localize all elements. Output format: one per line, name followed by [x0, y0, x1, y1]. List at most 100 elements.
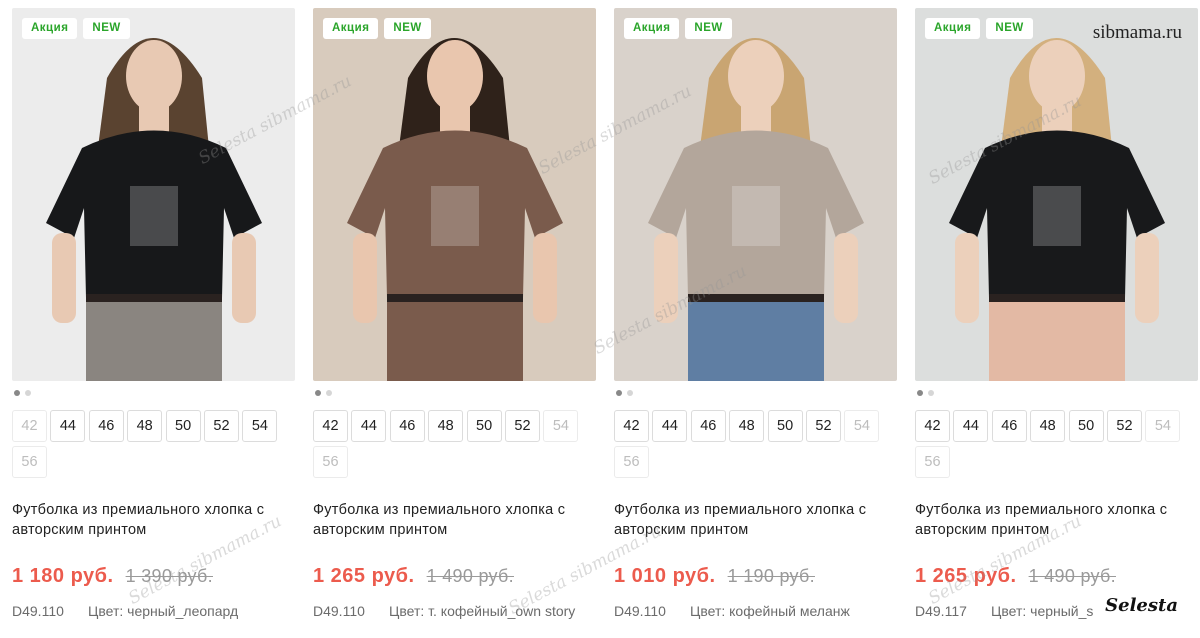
size-option-52[interactable]: 52 — [1107, 410, 1142, 442]
model-face — [126, 40, 182, 112]
size-option-56[interactable]: 56 — [614, 446, 649, 478]
new-badge: NEW — [685, 18, 732, 39]
carousel-dot[interactable] — [928, 390, 934, 396]
carousel-dots[interactable] — [917, 390, 934, 396]
size-option-56[interactable]: 56 — [313, 446, 348, 478]
product-meta: D49.110 Цвет: т. кофейный_own story — [313, 603, 596, 619]
model-pants — [387, 296, 523, 381]
size-option-44[interactable]: 44 — [652, 410, 688, 442]
size-option-54[interactable]: 54 — [1145, 410, 1181, 442]
carousel-dots[interactable] — [616, 390, 633, 396]
price-block: 1 180 руб. 1 390 руб. — [12, 565, 213, 588]
size-option-54[interactable]: 54 — [844, 410, 880, 442]
sale-badge: Акция — [22, 18, 78, 39]
size-option-52[interactable]: 52 — [204, 410, 239, 442]
size-option-56[interactable]: 56 — [12, 446, 47, 478]
size-option-52[interactable]: 52 — [505, 410, 540, 442]
product-title[interactable]: Футболка из премиального хлопка с авторс… — [614, 500, 897, 540]
current-price: 1 180 руб. — [12, 565, 114, 587]
sale-badge: Акция — [624, 18, 680, 39]
carousel-dots[interactable] — [14, 390, 31, 396]
carousel-dots[interactable] — [315, 390, 332, 396]
carousel-dot-active[interactable] — [917, 390, 923, 396]
product-photo[interactable] — [12, 8, 295, 381]
model-arm-right — [1135, 233, 1159, 323]
product-photo[interactable] — [313, 8, 596, 381]
model-arm-left — [353, 233, 377, 323]
product-color: Цвет: кофейный меланж — [690, 603, 850, 619]
product-photo[interactable] — [614, 8, 897, 381]
size-option-48[interactable]: 48 — [729, 410, 765, 442]
model-face — [1029, 40, 1085, 112]
product-sku: D49.110 — [313, 603, 365, 619]
product-title[interactable]: Футболка из премиального хлопка с авторс… — [313, 500, 596, 540]
current-price: 1 265 руб. — [313, 565, 415, 587]
new-badge: NEW — [83, 18, 130, 39]
brand-watermark: Selesta — [1105, 595, 1178, 616]
size-option-44[interactable]: 44 — [953, 410, 989, 442]
old-price: 1 490 руб. — [426, 566, 514, 586]
product-title[interactable]: Футболка из премиального хлопка с авторс… — [915, 500, 1198, 540]
model-illustration — [614, 8, 897, 381]
model-face — [728, 40, 784, 112]
product-card[interactable]: Акция NEW 42 44 46 48 50 52 54 56 Футболка из п… — [915, 8, 1198, 638]
price-block: 1 010 руб. 1 190 руб. — [614, 565, 815, 588]
carousel-dot-active[interactable] — [315, 390, 321, 396]
old-price: 1 490 руб. — [1028, 566, 1116, 586]
size-option-46[interactable]: 46 — [991, 410, 1027, 442]
carousel-dot[interactable] — [25, 390, 31, 396]
product-photo[interactable] — [915, 8, 1198, 381]
price-block: 1 265 руб. 1 490 руб. — [915, 565, 1116, 588]
size-option-50[interactable]: 50 — [466, 410, 502, 442]
model-belt — [688, 294, 824, 302]
carousel-dot-active[interactable] — [616, 390, 622, 396]
size-option-48[interactable]: 48 — [127, 410, 163, 442]
product-meta: D49.110 Цвет: черный_леопард — [12, 603, 295, 619]
model-illustration — [313, 8, 596, 381]
size-option-48[interactable]: 48 — [1030, 410, 1066, 442]
model-face — [427, 40, 483, 112]
site-watermark: sibmama.ru — [1092, 22, 1182, 43]
carousel-dot[interactable] — [326, 390, 332, 396]
old-price: 1 390 руб. — [125, 566, 213, 586]
model-arm-left — [955, 233, 979, 323]
product-card[interactable]: Акция NEW 42 44 46 48 50 52 54 56 Футболка из п… — [614, 8, 897, 638]
size-option-44[interactable]: 44 — [351, 410, 387, 442]
tshirt-print — [732, 186, 780, 246]
current-price: 1 010 руб. — [614, 565, 716, 587]
badge-group: Акция NEW — [22, 18, 130, 39]
size-option-46[interactable]: 46 — [88, 410, 124, 442]
tshirt-print — [431, 186, 479, 246]
size-option-56[interactable]: 56 — [915, 446, 950, 478]
size-option-50[interactable]: 50 — [767, 410, 803, 442]
model-pants — [989, 296, 1125, 381]
size-option-50[interactable]: 50 — [165, 410, 201, 442]
product-title[interactable]: Футболка из премиального хлопка с авторс… — [12, 500, 295, 540]
size-option-52[interactable]: 52 — [806, 410, 841, 442]
product-card[interactable]: Акция NEW 42 44 46 48 50 52 54 56 Футболка из п… — [12, 8, 295, 638]
size-option-48[interactable]: 48 — [428, 410, 464, 442]
size-option-50[interactable]: 50 — [1068, 410, 1104, 442]
product-card[interactable]: Акция NEW 42 44 46 48 50 52 54 56 Футболка из п… — [313, 8, 596, 638]
size-option-46[interactable]: 46 — [690, 410, 726, 442]
sale-badge: Акция — [323, 18, 379, 39]
model-arm-right — [533, 233, 557, 323]
size-option-42[interactable]: 42 — [614, 410, 649, 442]
size-option-54[interactable]: 54 — [242, 410, 278, 442]
carousel-dot-active[interactable] — [14, 390, 20, 396]
product-grid: Акция NEW 42 44 46 48 50 52 54 56 Футболка из п… — [12, 8, 1198, 638]
old-price: 1 190 руб. — [727, 566, 815, 586]
new-badge: NEW — [986, 18, 1033, 39]
size-option-42[interactable]: 42 — [12, 410, 47, 442]
badge-group: Акция NEW — [323, 18, 431, 39]
product-color: Цвет: черный_леопард — [88, 603, 239, 619]
model-belt — [989, 294, 1125, 302]
size-option-44[interactable]: 44 — [50, 410, 86, 442]
size-option-42[interactable]: 42 — [313, 410, 348, 442]
size-option-54[interactable]: 54 — [543, 410, 579, 442]
model-arm-left — [52, 233, 76, 323]
carousel-dot[interactable] — [627, 390, 633, 396]
tshirt-print — [1033, 186, 1081, 246]
size-option-42[interactable]: 42 — [915, 410, 950, 442]
size-option-46[interactable]: 46 — [389, 410, 425, 442]
